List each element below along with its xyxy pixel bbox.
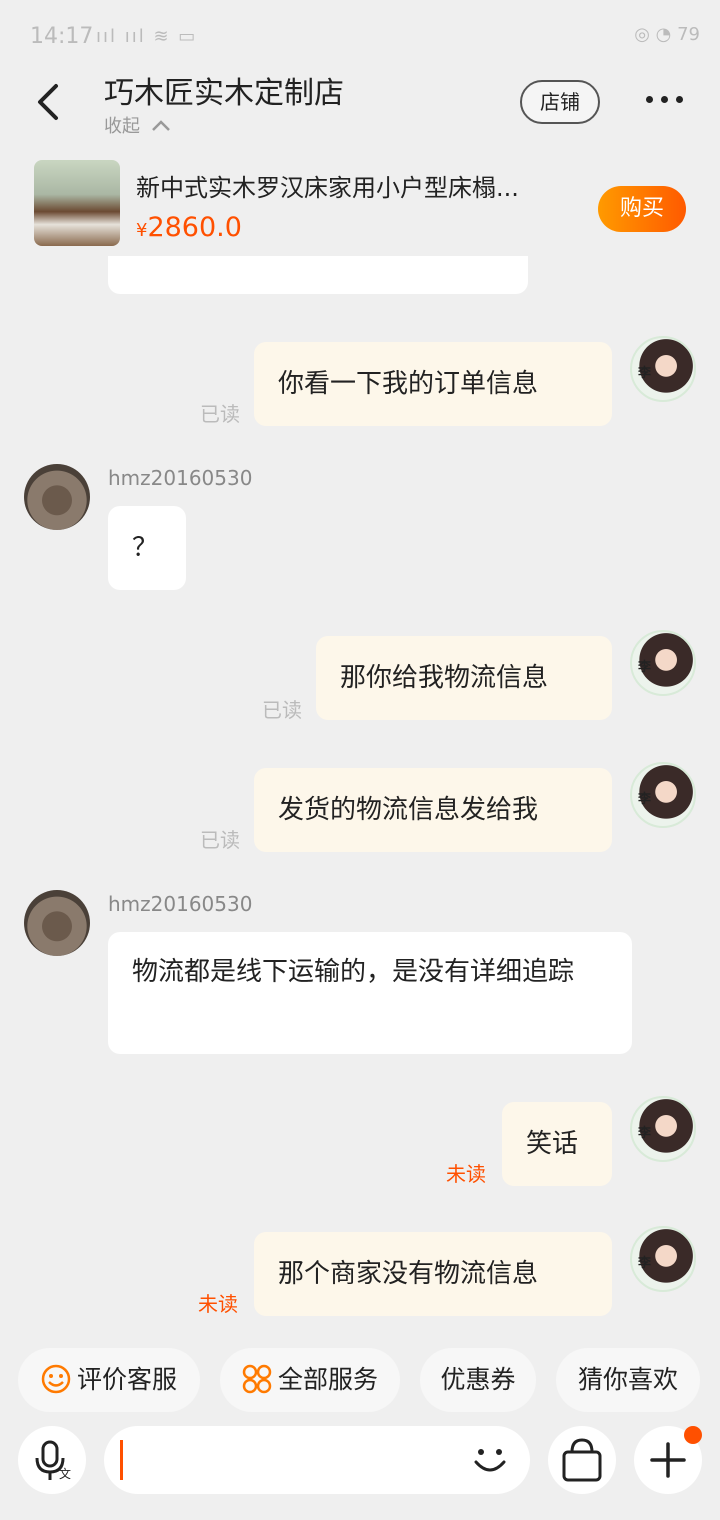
shop-button[interactable]: 店铺 [520,80,600,124]
my-avatar[interactable]: 李 [630,630,696,696]
text-caret [120,1440,123,1480]
chip-label: 评价客服 [76,1365,177,1394]
all-services-chip[interactable]: 全部服务 [220,1348,400,1412]
chip-label: 全部服务 [277,1365,378,1394]
notification-dot [684,1426,702,1444]
unread-status: 未读 [446,1162,486,1186]
my-avatar[interactable]: 李 [630,1226,696,1292]
battery-indicator: ◎ ◔ 79 [634,24,700,45]
message-input[interactable] [104,1426,530,1494]
emoji-button[interactable] [470,1440,510,1480]
signal-icon: ııl ııl ≋ ▭ [96,26,198,47]
message-bubble-theirs[interactable]: 物流都是线下运输的，是没有详细追踪 [108,932,632,1054]
my-avatar[interactable]: 李 [630,762,696,828]
voice-input-button[interactable]: 文 [18,1426,86,1494]
dot-icon [646,96,653,103]
chevron-left-icon [38,84,58,120]
page-title: 巧木匠实木定制店 [104,76,344,111]
status-time: 14:17 [30,24,94,49]
shopping-bag-button[interactable] [548,1426,616,1494]
chevron-up-icon [151,120,170,131]
read-status: 已读 [200,402,240,426]
unread-status: 未读 [198,1292,238,1316]
seller-avatar[interactable] [24,464,90,530]
message-bubble-theirs[interactable]: ？ [108,506,186,590]
message-bubble-mine[interactable]: 那你给我物流信息 [316,636,612,720]
more-options-button[interactable] [646,88,692,112]
status-bar: 14:17 ııl ııl ≋ ▭ ◎ ◔ 79 [0,0,720,72]
product-price: ¥2860.0 [136,212,242,243]
sender-name: hmz20160530 [108,466,253,490]
microphone-icon: 文 [35,1440,71,1481]
grid-icon [242,1364,272,1394]
product-thumbnail[interactable] [34,160,120,246]
back-button[interactable] [28,80,72,124]
recommendations-chip[interactable]: 猜你喜欢 [556,1348,700,1412]
buy-button[interactable]: 购买 [598,186,686,232]
emoji-icon [474,1449,506,1472]
coupons-chip[interactable]: 优惠券 [420,1348,536,1412]
message-bubble-mine[interactable]: 发货的物流信息发给我 [254,768,612,852]
message-bubble-mine[interactable]: 你看一下我的订单信息 [254,342,612,426]
my-avatar[interactable]: 李 [630,336,696,402]
my-avatar[interactable]: 李 [630,1096,696,1162]
sender-name: hmz20160530 [108,892,253,916]
rate-service-chip[interactable]: 评价客服 [18,1348,200,1412]
collapse-label: 收起 [104,116,140,137]
currency-symbol: ¥ [136,220,148,241]
battery-level: 79 [677,24,700,45]
collapse-button[interactable]: 收起 [104,112,172,138]
smile-icon [41,1364,71,1394]
dot-icon [676,96,683,103]
shopping-bag-icon [562,1438,602,1482]
price-value: 2860.0 [147,212,242,243]
seller-avatar[interactable] [24,890,90,956]
svg-text:文: 文 [59,1466,71,1481]
message-bubble-mine[interactable]: 笑话 [502,1102,612,1186]
read-status: 已读 [262,698,302,722]
message-bubble-mine[interactable]: 那个商家没有物流信息 [254,1232,612,1316]
product-name: 新中式实木罗汉床家用小户型床榻... [136,174,519,202]
message-bubble-partial [108,256,528,294]
dot-icon [661,96,668,103]
read-status: 已读 [200,828,240,852]
